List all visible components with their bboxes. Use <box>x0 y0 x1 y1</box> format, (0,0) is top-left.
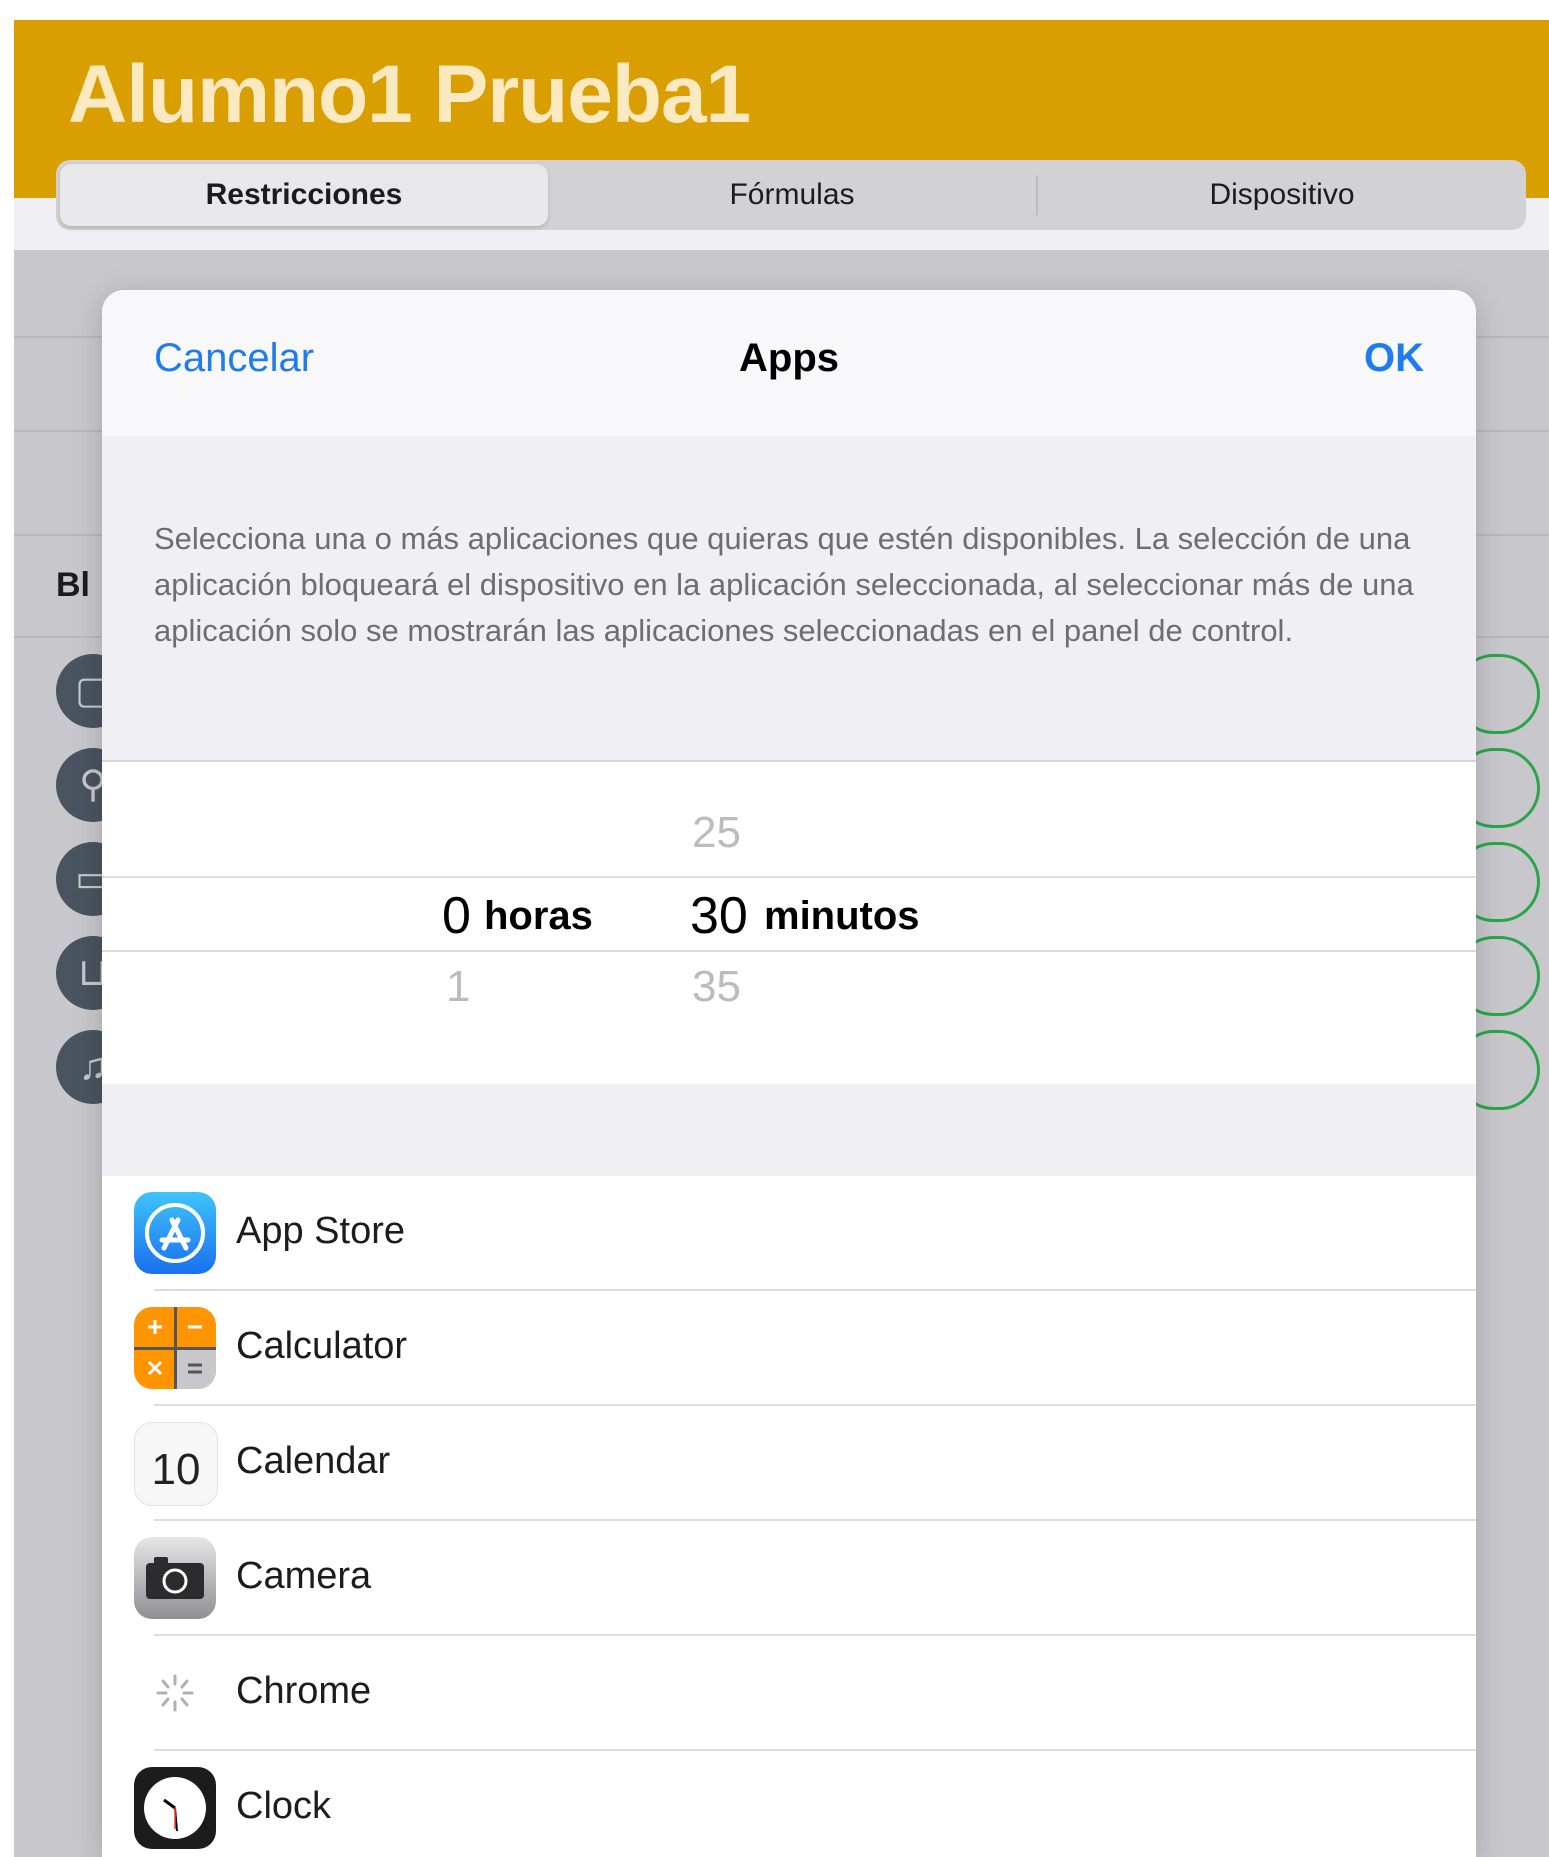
app-store-icon <box>134 1192 216 1274</box>
tab-dispositivo[interactable]: Dispositivo <box>1038 164 1526 226</box>
app-name: Chrome <box>236 1670 372 1712</box>
tab-restricciones[interactable]: Restricciones <box>60 164 548 226</box>
cancel-button[interactable]: Cancelar <box>154 336 314 381</box>
minutes-option[interactable]: 25 <box>692 808 741 858</box>
app-name: App Store <box>236 1210 405 1252</box>
loading-spinner-icon <box>134 1652 216 1734</box>
hours-unit-label: horas <box>484 894 593 938</box>
minutes-unit-label: minutos <box>764 894 920 938</box>
segmented-control[interactable]: Restricciones Fórmulas Dispositivo <box>56 160 1526 230</box>
picker-selection-top <box>102 876 1476 878</box>
tab-formulas[interactable]: Fórmulas <box>548 164 1036 226</box>
app-name: Calculator <box>236 1325 408 1367</box>
hours-option[interactable]: 1 <box>446 962 470 1012</box>
list-item-calculator[interactable]: Calculator <box>102 1291 1476 1406</box>
section-spacer <box>102 1084 1476 1176</box>
hours-selected-value[interactable]: 0 <box>442 886 471 946</box>
minutes-option[interactable]: 35 <box>692 962 741 1012</box>
clock-icon <box>134 1767 216 1849</box>
calendar-icon: 10 <box>134 1422 218 1506</box>
ok-button[interactable]: OK <box>1364 336 1424 381</box>
camera-icon <box>134 1537 216 1619</box>
list-item-chrome[interactable]: Chrome <box>102 1636 1476 1751</box>
duration-picker[interactable]: 25 0 horas 30 minutos 1 35 <box>102 760 1476 1086</box>
section-header: Bl <box>56 566 90 604</box>
calendar-day: 10 <box>151 1445 201 1494</box>
calculator-icon <box>134 1307 216 1389</box>
modal-navigation-bar: Cancelar Apps OK <box>102 290 1476 436</box>
list-item-camera[interactable]: Camera <box>102 1521 1476 1636</box>
app-name: Clock <box>236 1785 332 1827</box>
app-name: Calendar <box>236 1440 391 1482</box>
list-item-clock[interactable]: Clock <box>102 1751 1476 1857</box>
description-text: Selecciona una o más aplicaciones que qu… <box>154 521 1414 648</box>
page-title: Alumno1 Prueba1 <box>68 49 751 140</box>
app-list: App Store Calculator 10 Calendar Camera … <box>102 1176 1476 1857</box>
picker-selection-bottom <box>102 950 1476 952</box>
list-item-app-store[interactable]: App Store <box>102 1176 1476 1291</box>
list-item-calendar[interactable]: 10 Calendar <box>102 1406 1476 1521</box>
minutes-selected-value[interactable]: 30 <box>690 886 748 946</box>
apps-modal: Cancelar Apps OK Selecciona una o más ap… <box>102 290 1476 1857</box>
app-name: Camera <box>236 1555 372 1597</box>
